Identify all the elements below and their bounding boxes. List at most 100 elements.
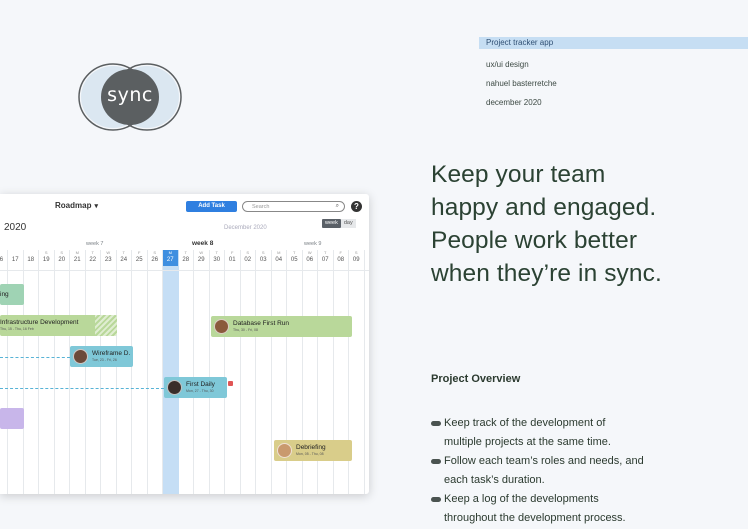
search-icon[interactable]: ⌕ <box>336 202 339 210</box>
day-number: 23 <box>104 257 112 263</box>
week-view-toggle[interactable]: week <box>322 219 341 228</box>
flag-icon <box>228 381 233 386</box>
year-label: 2020 <box>4 222 27 233</box>
day-column[interactable]: F 25 <box>132 250 148 494</box>
day-column[interactable]: S 03 <box>256 250 272 494</box>
dependency-line <box>0 357 70 358</box>
task-bar[interactable]: Debriefing Mon, 05 - Thu, 08 <box>274 440 352 461</box>
task-title: Wireframe D. <box>92 350 131 357</box>
feature-text: Follow each team’s roles and needs, and <box>444 455 644 467</box>
day-number: 21 <box>73 257 81 263</box>
feature-text: multiple projects at the same time. <box>444 436 611 448</box>
day-column[interactable]: M 21 <box>70 250 86 494</box>
day-column[interactable]: M 27 <box>163 250 179 494</box>
search-input[interactable]: Search ⌕ <box>242 201 345 212</box>
overview-title: Project Overview <box>431 373 521 385</box>
day-view-toggle[interactable]: day <box>340 219 356 228</box>
day-number: 24 <box>120 257 128 263</box>
week-label: week 7 <box>86 241 104 247</box>
task-bar[interactable] <box>0 408 24 429</box>
task-dates: Mon, 05 - Thu, 08 <box>296 452 324 456</box>
app-header: Roadmap ▾ Add Task Search ⌕ ? <box>0 194 369 218</box>
avatar <box>277 443 292 458</box>
feature-item: Keep track of the development of multiple… <box>431 414 731 452</box>
day-column[interactable]: F 01 <box>225 250 241 494</box>
day-column[interactable]: 18 <box>24 250 39 494</box>
help-icon[interactable]: ? <box>351 201 362 212</box>
feature-text: each task’s duration. <box>444 474 545 486</box>
day-number: 22 <box>89 257 97 263</box>
week-label: week 9 <box>304 241 322 247</box>
headline-line: People work better <box>431 227 638 254</box>
sync-logo: sync <box>78 62 182 132</box>
roadmap-dropdown[interactable]: Roadmap ▾ <box>55 201 98 210</box>
day-column[interactable]: T 28 <box>179 250 194 494</box>
day-number: 17 <box>11 257 19 263</box>
task-bar[interactable]: Database First Run Thu, 30 - Fri, 08 <box>211 316 352 337</box>
bullet-icon <box>431 414 444 452</box>
dependency-line <box>0 388 164 389</box>
day-number: 08 <box>337 257 345 263</box>
day-number: 27 <box>163 256 178 266</box>
hatch-pattern <box>95 315 117 336</box>
feature-text: Keep a log of the developments <box>444 493 599 505</box>
avatar <box>73 349 88 364</box>
headline-line: Keep your team <box>431 161 606 188</box>
logo-text: sync <box>107 84 153 106</box>
add-task-button[interactable]: Add Task <box>186 201 237 212</box>
day-column[interactable]: S 02 <box>241 250 256 494</box>
day-number: 29 <box>197 257 205 263</box>
day-number: 02 <box>244 257 252 263</box>
bullet-icon <box>431 490 444 528</box>
task-bar[interactable]: Infrastructure Development Thu, 15 - Thu… <box>0 315 117 336</box>
day-number: 20 <box>58 257 66 263</box>
app-window: Roadmap ▾ Add Task Search ⌕ ? 2020 Decemb… <box>0 194 369 494</box>
task-dates: Mon, 27 - Thu, 30 <box>186 389 214 393</box>
project-meta: Project tracker app ux/ui design nahuel … <box>479 37 748 112</box>
task-bar[interactable]: Wireframe D. Tue, 23 - Fri, 26 <box>70 346 133 367</box>
day-column[interactable]: S 19 <box>39 250 55 494</box>
day-number: 26 <box>151 257 159 263</box>
task-bar[interactable]: First Daily Mon, 27 - Thu, 30 <box>164 377 227 398</box>
day-column[interactable]: W 29 <box>194 250 210 494</box>
day-column[interactable]: T 30 <box>210 250 225 494</box>
roadmap-label: Roadmap <box>55 201 92 210</box>
day-column[interactable]: S 26 <box>148 250 163 494</box>
headline: Keep your team happy and engaged. People… <box>431 158 731 290</box>
week-label: week 8 <box>192 240 214 247</box>
day-number: 18 <box>27 257 35 263</box>
day-number: 30 <box>213 257 221 263</box>
headline-line: happy and engaged. <box>431 194 657 221</box>
feature-list: Keep track of the development of multiple… <box>431 414 731 528</box>
day-column[interactable]: S 20 <box>55 250 70 494</box>
task-title: Database First Run <box>233 320 289 327</box>
meta-date: december 2020 <box>486 98 542 107</box>
bullet-icon <box>431 452 444 490</box>
task-title: Debriefing <box>296 444 326 451</box>
avatar <box>214 319 229 334</box>
avatar <box>167 380 182 395</box>
meta-author: nahuel basterretche <box>486 79 557 88</box>
feature-text: Keep track of the development of <box>444 417 606 429</box>
task-dates: Tue, 23 - Fri, 26 <box>92 358 117 362</box>
day-column[interactable]: T 22 <box>86 250 101 494</box>
day-number: 04 <box>275 257 283 263</box>
day-number: 19 <box>42 257 50 263</box>
day-column[interactable]: T 24 <box>117 250 132 494</box>
day-number: 09 <box>352 257 360 263</box>
task-title: First Daily <box>186 381 215 388</box>
day-column[interactable]: W 23 <box>101 250 117 494</box>
day-number: 01 <box>228 257 236 263</box>
day-number: 25 <box>135 257 143 263</box>
day-number: 28 <box>182 257 190 263</box>
task-dates: Thu, 15 - Thu, 16 Feb <box>0 327 34 331</box>
task-bar[interactable]: ing <box>0 284 24 305</box>
day-number: 03 <box>259 257 267 263</box>
day-number: 07 <box>321 257 329 263</box>
day-number: 05 <box>290 257 298 263</box>
month-label: December 2020 <box>224 225 267 231</box>
feature-item: Follow each team’s roles and needs, and e… <box>431 452 731 490</box>
task-title: ing <box>0 290 9 298</box>
view-toggle: week day <box>322 219 356 228</box>
task-dates: Thu, 30 - Fri, 08 <box>233 328 258 332</box>
